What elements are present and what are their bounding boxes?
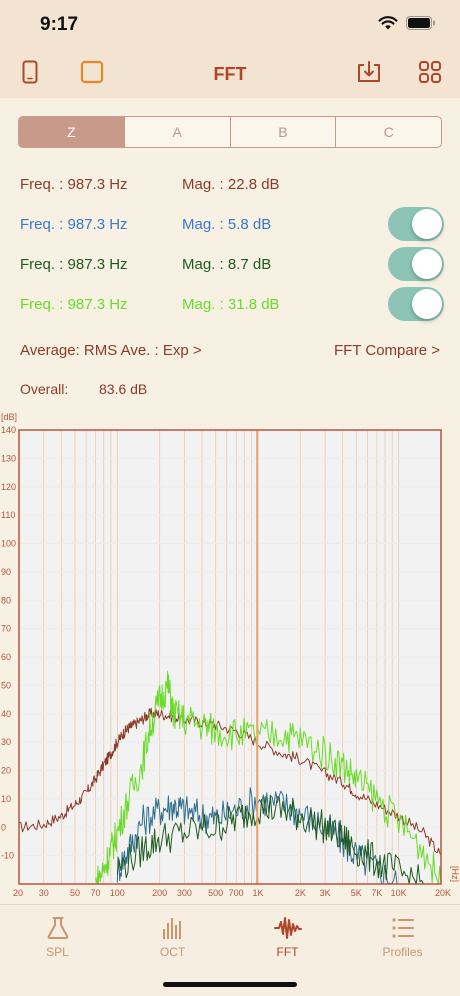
page-title: FFT [213,64,247,84]
fft-compare-link[interactable]: FFT Compare > [334,342,440,359]
status-icons [378,16,436,35]
x-tick-label: 20K [435,888,451,898]
tab-label: OCT [159,945,186,959]
y-tick-label: 0 [1,822,6,832]
series-4-toggle[interactable] [388,287,444,321]
y-tick-label: 110 [1,510,15,520]
x-tick-label: 500 [208,888,223,898]
y-axis-label: [dB] [1,412,17,422]
mag-readout: Mag. : 8.7 dB [182,256,272,273]
x-tick-label: 50 [70,888,80,898]
mag-readout: Mag. : 22.8 dB [182,176,280,193]
series-3-toggle[interactable] [388,247,444,281]
tab-label: FFT [276,945,299,959]
y-tick-label: 80 [1,595,11,605]
freq-readout: Freq. : 987.3 Hz [20,296,128,313]
home-indicator [163,982,297,987]
freq-readout: Freq. : 987.3 Hz [20,216,128,233]
tab-fft[interactable]: FFT [230,913,345,959]
list-icon [388,913,418,943]
x-tick-label: 20 [13,888,23,898]
y-tick-label: 100 [1,539,16,549]
tab-spl[interactable]: SPL [0,913,115,959]
bars-icon [158,913,188,943]
weighting-option-a[interactable]: A [125,117,231,147]
nav-bar: FFT [0,50,460,98]
x-tick-label: 70 [91,888,101,898]
weighting-option-b[interactable]: B [231,117,337,147]
tab-label: Profiles [382,945,423,959]
y-tick-label: 10 [1,794,11,804]
x-tick-label: 2K [295,888,306,898]
x-tick-label: 5K [351,888,362,898]
wifi-icon [378,16,398,35]
y-tick-label: 120 [1,482,16,492]
y-tick-label: 70 [1,624,11,634]
x-tick-label: 100 [110,888,125,898]
mag-readout: Mag. : 31.8 dB [182,296,280,313]
tab-label: SPL [46,945,69,959]
x-tick-label: 3K [320,888,331,898]
tab-profiles[interactable]: Profiles [345,913,460,959]
y-tick-label: -10 [1,851,14,861]
weighting-option-c[interactable]: C [336,117,441,147]
y-tick-label: 20 [1,766,11,776]
x-tick-label: 30 [39,888,49,898]
export-button[interactable] [355,60,383,88]
weighting-option-z[interactable]: Z [19,117,125,147]
series-2-toggle[interactable] [388,207,444,241]
tab-oct[interactable]: OCT [115,913,230,959]
y-tick-label: 130 [1,453,16,463]
freq-readout: Freq. : 987.3 Hz [20,176,128,193]
apps-button[interactable] [416,60,444,88]
average-link[interactable]: Average: RMS Ave. : Exp > [20,342,202,359]
y-tick-label: 90 [1,567,11,577]
x-axis-label: [Hz] [450,866,460,882]
y-tick-label: 40 [1,709,11,719]
toggle-knob [412,209,442,239]
mag-readout: Mag. : 5.8 dB [182,216,272,233]
battery-icon [406,16,436,35]
x-tick-label: 10K [391,888,407,898]
status-time: 9:17 [40,14,79,35]
toggle-knob [412,249,442,279]
fft-chart[interactable]: 1401301201101009080706050403020100-10[dB… [0,408,460,902]
y-tick-label: 30 [1,737,11,747]
x-tick-label: 300 [177,888,192,898]
status-bar: 9:17 [0,0,460,50]
x-tick-label: 700 [229,888,244,898]
toggle-knob [412,289,442,319]
y-tick-label: 140 [1,425,16,435]
x-tick-label: 1K [252,888,263,898]
freq-readout: Freq. : 987.3 Hz [20,256,128,273]
download-icon [356,60,382,89]
overall-label: Overall: [20,381,69,397]
y-tick-label: 60 [1,652,11,662]
weighting-segmented-control: Z A B C [18,116,442,148]
grid-icon [418,60,442,89]
waveform-icon [273,913,303,943]
y-tick-label: 50 [1,680,11,690]
x-tick-label: 200 [152,888,167,898]
x-tick-label: 7K [371,888,382,898]
overall-value: 83.6 dB [99,381,148,397]
flask-icon [43,913,73,943]
